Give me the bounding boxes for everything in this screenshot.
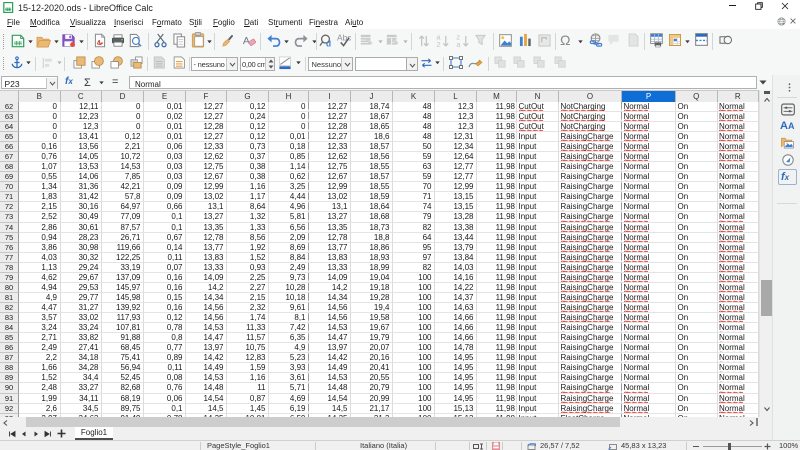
svg-text:d: d (325, 39, 330, 47)
svg-text:2: 2 (436, 40, 440, 48)
svg-text:A: A (243, 35, 250, 47)
svg-text:a: a (456, 40, 461, 48)
